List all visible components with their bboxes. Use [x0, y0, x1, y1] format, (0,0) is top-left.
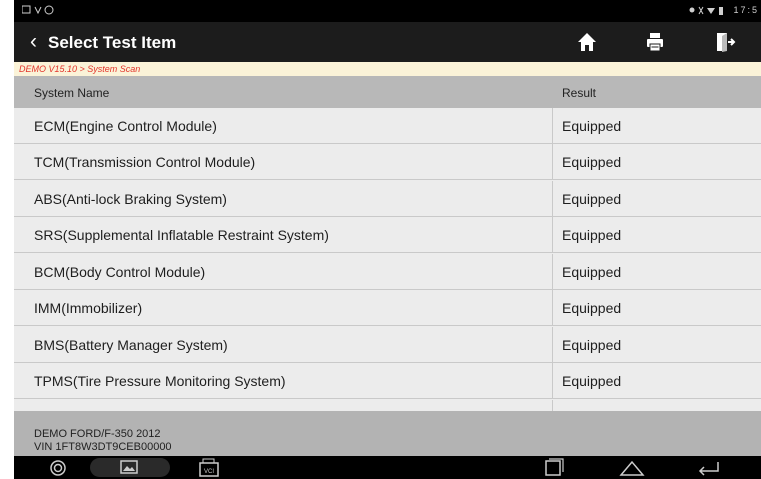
system-name: SRS(Supplemental Inflatable Restraint Sy…: [34, 227, 329, 243]
system-result: Equipped: [562, 337, 622, 353]
status-bar: 17:5: [14, 0, 761, 22]
column-divider: [552, 400, 553, 411]
column-header-result: Result: [562, 86, 597, 100]
table-row[interactable]: BMS(Battery Manager System) Equipped: [14, 327, 761, 363]
breadcrumb: DEMO V15.10 > System Scan: [14, 62, 761, 76]
table-row[interactable]: TCM(Transmission Control Module) Equippe…: [14, 144, 761, 180]
signal-icons: [689, 6, 723, 15]
vehicle-name: DEMO FORD/F-350 2012: [34, 428, 161, 440]
status-left-icons: [21, 5, 62, 17]
vehicle-info-footer: DEMO FORD/F-350 2012 VIN 1FT8W3DT9CEB000…: [14, 411, 761, 456]
system-result: Equipped: [562, 118, 622, 134]
recent-apps-icon[interactable]: [542, 458, 566, 477]
app-screen: 17:5 ‹ Select Test Item DEMO V15.10 > Sy…: [14, 0, 761, 479]
system-name: BCM(Body Control Module): [34, 264, 206, 280]
notification-icons: [21, 5, 54, 15]
table-row[interactable]: BCM(Body Control Module) Equipped: [14, 254, 761, 290]
system-name: ECM(Engine Control Module): [34, 118, 217, 134]
system-result: Equipped: [562, 373, 622, 389]
screenshot-gallery-icon[interactable]: [90, 458, 170, 477]
exit-icon[interactable]: [714, 31, 736, 53]
home-icon[interactable]: [576, 31, 598, 53]
system-result: Equipped: [562, 191, 622, 207]
camera-icon[interactable]: [48, 458, 68, 477]
column-divider: [552, 290, 553, 326]
page-title: Select Test Item: [48, 33, 177, 52]
system-name: IMM(Immobilizer): [34, 300, 143, 316]
system-name: TPMS(Tire Pressure Monitoring System): [34, 373, 286, 389]
table-row[interactable]: ABS(Anti-lock Braking System) Equipped: [14, 181, 761, 217]
system-result: Equipped: [562, 264, 622, 280]
print-icon[interactable]: [644, 31, 666, 53]
table-row-partial[interactable]: [14, 400, 761, 411]
system-result: Equipped: [562, 154, 622, 170]
vci-icon[interactable]: VCI: [198, 458, 222, 477]
table-row[interactable]: ECM(Engine Control Module) Equipped: [14, 108, 761, 144]
column-divider: [552, 217, 553, 253]
status-right: 17:5: [689, 5, 759, 16]
vci-label: VCI: [204, 469, 214, 475]
table-header: System Name Result: [14, 76, 761, 108]
column-divider: [552, 327, 553, 363]
system-name: ABS(Anti-lock Braking System): [34, 191, 227, 207]
home-nav-icon[interactable]: [618, 458, 646, 477]
android-nav-bar: VCI: [14, 456, 761, 479]
column-divider: [552, 144, 553, 180]
column-divider: [552, 363, 553, 399]
system-result: Equipped: [562, 227, 622, 243]
system-name: TCM(Transmission Control Module): [34, 154, 256, 170]
status-time: 17:5: [733, 5, 759, 15]
system-result: Equipped: [562, 300, 622, 316]
table-row[interactable]: IMM(Immobilizer) Equipped: [14, 290, 761, 326]
column-divider: [552, 254, 553, 290]
back-arrow-icon[interactable]: ‹: [30, 31, 37, 53]
column-divider: [552, 108, 553, 144]
column-header-system-name: System Name: [34, 86, 110, 100]
title-bar: ‹ Select Test Item: [14, 22, 761, 62]
system-list[interactable]: ECM(Engine Control Module) Equipped TCM(…: [14, 108, 761, 411]
vehicle-vin: VIN 1FT8W3DT9CEB00000: [34, 441, 172, 453]
back-nav-icon[interactable]: [694, 458, 722, 477]
table-row[interactable]: TPMS(Tire Pressure Monitoring System) Eq…: [14, 363, 761, 399]
system-name: BMS(Battery Manager System): [34, 337, 228, 353]
column-divider: [552, 181, 553, 217]
table-row[interactable]: SRS(Supplemental Inflatable Restraint Sy…: [14, 217, 761, 253]
